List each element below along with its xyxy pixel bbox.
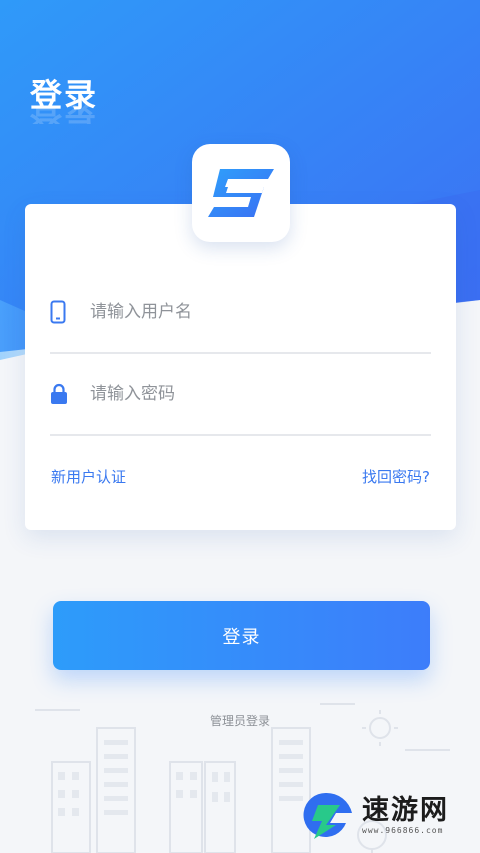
app-logo [192,144,290,242]
watermark-title: 速游网 [362,794,449,826]
login-card: 新用户认证 找回密码? [25,204,456,530]
app-s-logo-icon [208,169,274,217]
site-watermark: 速游网 www.966866.com [296,782,476,848]
page-title-reflection: 登录 [30,104,99,124]
username-field [50,272,431,354]
forgot-password-link[interactable]: 找回密码? [362,466,430,487]
password-field [50,354,431,436]
watermark-subtitle: www.966866.com [362,825,444,835]
phone-icon [50,294,86,330]
watermark-logo-icon [303,792,352,839]
login-button[interactable]: 登录 [53,601,430,670]
lock-icon [50,376,86,412]
password-input[interactable] [90,384,410,404]
admin-login-link[interactable]: 管理员登录 [0,712,480,729]
new-user-verification-link[interactable]: 新用户认证 [51,466,126,487]
username-input[interactable] [90,302,410,322]
